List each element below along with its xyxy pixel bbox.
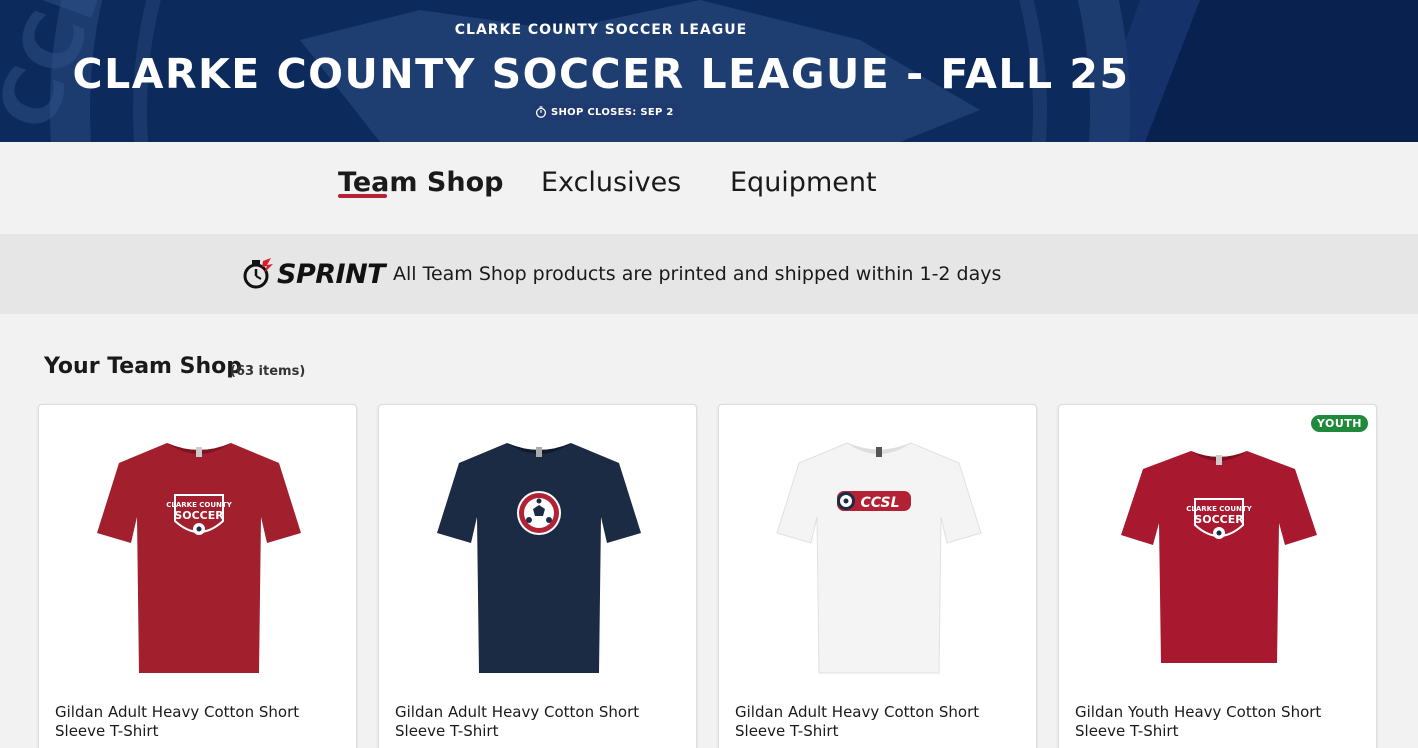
page-title: CLARKE COUNTY SOCCER LEAGUE - FALL 25 (72, 50, 1130, 98)
product-name[interactable]: Gildan Adult Heavy Cotton Short Sleeve T… (55, 703, 345, 741)
sprint-message: All Team Shop products are printed and s… (393, 263, 1002, 285)
product-card[interactable]: YOUTH CLARKE COUNTY SOCCER Gildan Youth … (1058, 404, 1377, 748)
tshirt-image: CCSL (775, 442, 982, 674)
sprint-banner: SPRINT All Team Shop products are printe… (0, 234, 1418, 314)
product-name[interactable]: Gildan Adult Heavy Cotton Short Sleeve T… (735, 703, 1025, 741)
product-image[interactable] (379, 425, 696, 685)
product-card[interactable]: Gildan Adult Heavy Cotton Short Sleeve T… (378, 404, 697, 748)
svg-text:SOCCER: SOCCER (174, 509, 224, 522)
sprint-logo: SPRINT (241, 257, 386, 291)
shop-banner: CCL CLARKE COUNTY SOCCER LEAGUE CLARKE C… (0, 0, 1418, 142)
svg-text:CCSL: CCSL (860, 495, 899, 511)
league-kicker: CLARKE COUNTY SOCCER LEAGUE (454, 22, 748, 38)
timer-icon (535, 106, 547, 118)
svg-text:SOCCER: SOCCER (1194, 513, 1244, 526)
section-title: Your Team Shop (44, 354, 242, 379)
tshirt-image (436, 443, 641, 673)
tab-exclusives[interactable]: Exclusives (541, 167, 681, 198)
product-name[interactable]: Gildan Adult Heavy Cotton Short Sleeve T… (395, 703, 685, 741)
tshirt-image: CLARKE COUNTY SOCCER (1120, 451, 1317, 663)
product-image[interactable]: CCSL (719, 425, 1036, 685)
stopwatch-icon (243, 258, 273, 289)
product-card[interactable]: CLARKE COUNTY SOCCER Gildan Adult Heavy … (38, 404, 357, 748)
tab-equipment[interactable]: Equipment (730, 167, 877, 198)
product-card[interactable]: CCSL Gildan Adult Heavy Cotton Short Sle… (718, 404, 1037, 748)
product-name[interactable]: Gildan Youth Heavy Cotton Short Sleeve T… (1075, 703, 1365, 741)
shop-tabs: Team Shop Exclusives Equipment (0, 142, 1418, 234)
ccsl-wordmark: CCSL (836, 491, 911, 511)
item-count: (63 items) (230, 364, 306, 379)
svg-text:CLARKE COUNTY: CLARKE COUNTY (1186, 505, 1252, 513)
tshirt-image: CLARKE COUNTY SOCCER (96, 443, 301, 673)
shop-closes-text: SHOP CLOSES: SEP 2 (551, 106, 674, 118)
active-tab-indicator (338, 194, 387, 198)
product-image[interactable]: CLARKE COUNTY SOCCER (39, 425, 356, 685)
product-image[interactable]: CLARKE COUNTY SOCCER (1059, 425, 1376, 685)
soccer-ball-circle-logo (516, 491, 561, 535)
svg-text:CLARKE COUNTY: CLARKE COUNTY (166, 501, 232, 509)
shop-closes-badge: SHOP CLOSES: SEP 2 (531, 103, 681, 121)
sprint-wordmark: SPRINT (277, 258, 386, 290)
